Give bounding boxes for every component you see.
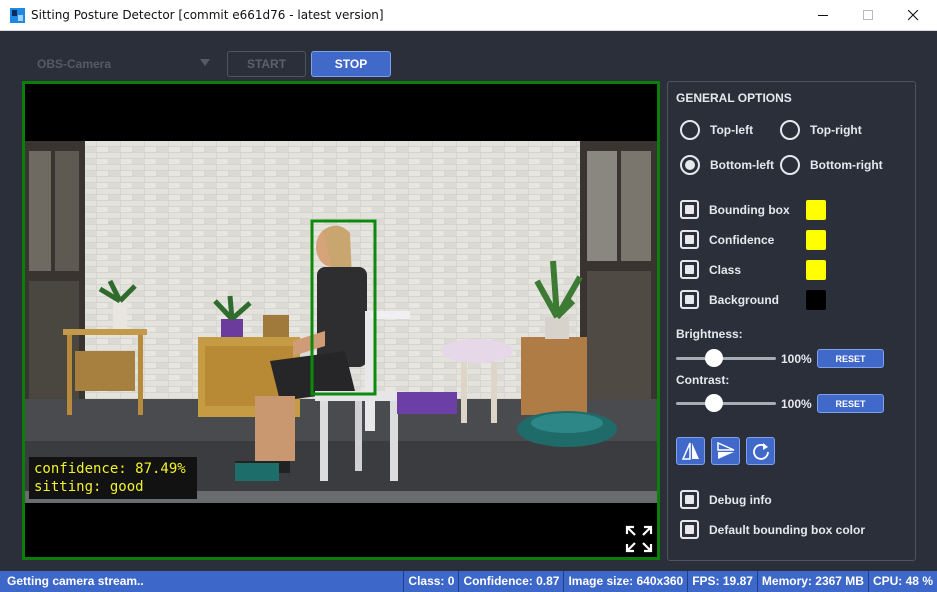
radio-label: Top-left <box>710 123 754 137</box>
radio-label: Bottom-left <box>710 158 774 172</box>
maximize-button[interactable] <box>845 0 891 31</box>
contrast-slider[interactable] <box>676 402 776 405</box>
camera-frame <box>25 141 657 503</box>
checkbox-label: Bounding box <box>709 202 790 217</box>
video-display: confidence: 87.49% sitting: good <box>22 81 660 560</box>
app-icon <box>10 8 25 23</box>
brightness-slider[interactable] <box>676 357 776 360</box>
stop-button[interactable]: STOP <box>311 51 391 77</box>
close-button[interactable] <box>890 0 936 31</box>
fullscreen-icon[interactable] <box>625 525 653 553</box>
status-message: Getting camera stream.. <box>7 574 144 588</box>
contrast-label: Contrast: <box>676 373 730 387</box>
contrast-slider-thumb[interactable] <box>705 394 723 412</box>
radio-top-left[interactable]: Top-left <box>680 120 753 140</box>
flip-vertical-icon <box>716 441 734 459</box>
checkbox-background[interactable]: Background <box>680 290 779 309</box>
camera-select-value: OBS-Camera <box>37 56 112 71</box>
contrast-reset-button[interactable]: RESET <box>817 394 884 413</box>
brightness-reset-button[interactable]: RESET <box>817 349 884 368</box>
brightness-value: 100% <box>781 352 812 366</box>
contrast-value: 100% <box>781 397 812 411</box>
maximize-icon <box>862 10 873 20</box>
status-image-size: Image size: 640x360 <box>563 571 687 592</box>
checkbox-icon <box>680 290 699 309</box>
status-bar: Getting camera stream.. Class: 0 Confide… <box>0 571 937 592</box>
window-title: Sitting Posture Detector [commit e661d76… <box>31 8 384 22</box>
status-memory: Memory: 2367 MB <box>756 571 868 592</box>
checkbox-icon <box>680 260 699 279</box>
rotate-icon <box>752 443 769 460</box>
minimize-icon <box>817 15 828 16</box>
checkbox-label: Class <box>709 262 742 277</box>
radio-label: Bottom-right <box>810 158 883 172</box>
checkbox-icon <box>680 520 699 539</box>
status-confidence: Confidence: 0.87 <box>458 571 563 592</box>
flip-horizontal-icon <box>681 442 699 460</box>
close-icon <box>907 10 918 21</box>
checkbox-default-bbox-color[interactable]: Default bounding box color <box>680 520 865 539</box>
checkbox-icon <box>680 200 699 219</box>
class-color-swatch[interactable] <box>806 260 826 280</box>
checkbox-label: Debug info <box>709 492 772 507</box>
title-bar: Sitting Posture Detector [commit e661d76… <box>0 0 937 31</box>
flip-vertical-button[interactable] <box>711 437 740 465</box>
checkbox-bounding-box[interactable]: Bounding box <box>680 200 790 219</box>
chevron-down-icon <box>200 59 210 66</box>
minimize-button[interactable] <box>800 0 846 31</box>
background-color-swatch[interactable] <box>806 290 826 310</box>
brightness-label: Brightness: <box>676 327 743 341</box>
radio-label: Top-right <box>810 123 862 137</box>
checkbox-label: Default bounding box color <box>709 522 865 537</box>
radio-circle-checked-icon <box>680 155 700 175</box>
status-fps: FPS: 19.87 <box>687 571 757 592</box>
overlay-confidence: confidence: 87.49% <box>34 461 186 477</box>
checkbox-icon <box>680 230 699 249</box>
camera-select[interactable]: OBS-Camera <box>26 51 216 76</box>
checkbox-label: Confidence <box>709 232 775 247</box>
general-options-panel: GENERAL OPTIONS Top-left Top-right Botto… <box>667 81 916 561</box>
checkbox-confidence[interactable]: Confidence <box>680 230 774 249</box>
radio-bottom-left[interactable]: Bottom-left <box>680 155 774 175</box>
radio-circle-icon <box>780 155 800 175</box>
detection-overlay: confidence: 87.49% sitting: good <box>29 457 197 499</box>
overlay-sitting: sitting: good <box>34 479 144 495</box>
flip-horizontal-button[interactable] <box>676 437 705 465</box>
radio-top-right[interactable]: Top-right <box>780 120 862 140</box>
radio-circle-icon <box>680 120 700 140</box>
checkbox-debug-info[interactable]: Debug info <box>680 490 772 509</box>
rotate-button[interactable] <box>746 437 775 465</box>
brightness-slider-thumb[interactable] <box>705 349 723 367</box>
radio-circle-icon <box>780 120 800 140</box>
bounding-box-color-swatch[interactable] <box>806 200 826 220</box>
checkbox-icon <box>680 490 699 509</box>
checkbox-label: Background <box>709 292 780 307</box>
status-cpu: CPU: 48 % <box>867 571 937 592</box>
status-class: Class: 0 <box>403 571 458 592</box>
start-button[interactable]: START <box>227 51 306 77</box>
checkbox-class[interactable]: Class <box>680 260 741 279</box>
radio-bottom-right[interactable]: Bottom-right <box>780 155 883 175</box>
panel-title: GENERAL OPTIONS <box>676 91 792 105</box>
confidence-color-swatch[interactable] <box>806 230 826 250</box>
